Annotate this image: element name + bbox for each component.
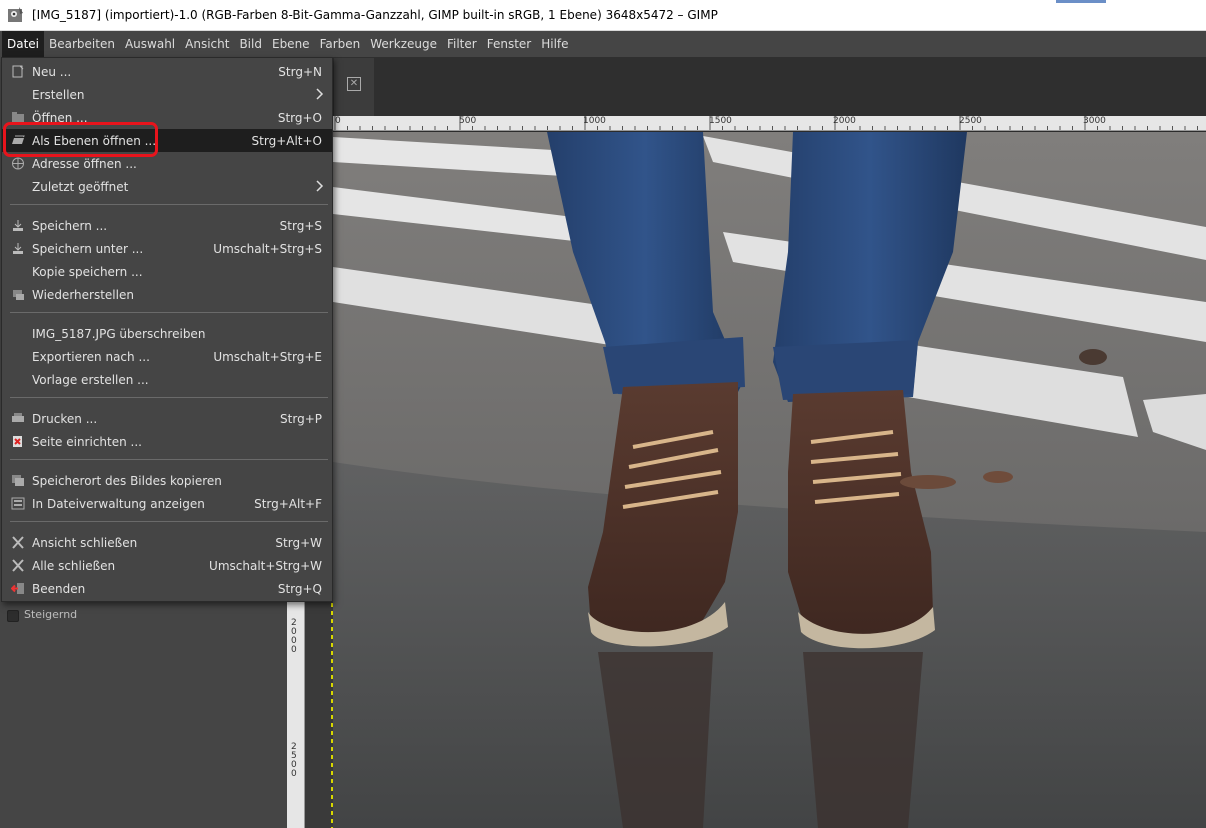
page-setup-icon xyxy=(13,436,22,447)
window-control-accent xyxy=(1056,0,1106,3)
annotation-highlight-box xyxy=(3,122,158,157)
ruler-label: 2000 xyxy=(833,116,856,126)
ruler-label: 2000 xyxy=(291,618,297,655)
copy-location-icon xyxy=(12,475,24,486)
quit-icon xyxy=(11,583,24,594)
window-title: [IMG_5187] (importiert)-1.0 (RGB-Farben … xyxy=(32,8,718,22)
menu-item-label: Beenden xyxy=(32,581,86,596)
menu-item-kopie-speichern[interactable]: Kopie speichern ... xyxy=(2,260,332,283)
menu-auswahl[interactable]: Auswahl xyxy=(120,31,180,57)
menu-item-shortcut: Strg+N xyxy=(278,64,322,79)
menu-item-neu[interactable]: Neu ... Strg+N xyxy=(2,60,332,83)
menu-item-label: Speichern unter ... xyxy=(32,241,144,256)
menu-item-label: Drucken ... xyxy=(32,411,98,426)
menu-filter[interactable]: Filter xyxy=(442,31,482,57)
menu-item-zuletzt-geoeffnet[interactable]: Zuletzt geöffnet xyxy=(2,175,332,198)
image-canvas[interactable] xyxy=(333,132,1206,828)
menu-item-label: Speicherort des Bildes kopieren xyxy=(32,473,222,488)
menu-item-label: Kopie speichern ... xyxy=(32,264,143,279)
file-manager-icon xyxy=(11,497,25,510)
menu-datei[interactable]: Datei xyxy=(2,31,45,57)
menu-item-wiederherstellen[interactable]: Wiederherstellen xyxy=(2,283,332,306)
close-all-icon xyxy=(12,559,24,572)
menu-item-shortcut: Strg+Q xyxy=(277,581,322,596)
menu-farben[interactable]: Farben xyxy=(315,31,366,57)
menu-separator xyxy=(10,397,328,398)
globe-icon xyxy=(12,157,24,170)
chevron-right-icon xyxy=(316,88,324,100)
gimp-app-icon xyxy=(8,7,23,22)
ruler-label: 3000 xyxy=(1083,116,1106,126)
menu-item-exportieren-nach[interactable]: Exportieren nach ... Umschalt+Strg+E xyxy=(2,345,332,368)
new-file-icon xyxy=(12,65,24,78)
menu-item-erstellen[interactable]: Erstellen xyxy=(2,83,332,106)
menu-item-label: Ansicht schließen xyxy=(32,535,138,550)
menu-separator xyxy=(10,204,328,205)
ruler-label: 2500 xyxy=(291,742,297,779)
menu-item-label: Seite einrichten ... xyxy=(32,434,142,449)
chevron-right-icon xyxy=(316,180,324,192)
menu-item-speichern[interactable]: Speichern ... Strg+S xyxy=(2,214,332,237)
menu-item-label: IMG_5187.JPG überschreiben xyxy=(32,326,206,341)
menu-item-ansicht-schliessen[interactable]: Ansicht schließen Strg+W xyxy=(2,531,332,554)
photo-jeans-boots xyxy=(333,132,1206,828)
menu-item-beenden[interactable]: Beenden Strg+Q xyxy=(2,577,332,600)
menu-hilfe[interactable]: Hilfe xyxy=(536,31,573,57)
menu-item-drucken[interactable]: Drucken ... Strg+P xyxy=(2,407,332,430)
menu-item-shortcut: Strg+S xyxy=(279,218,322,233)
menu-item-in-dateiverwaltung[interactable]: In Dateiverwaltung anzeigen Strg+Alt+F xyxy=(2,492,332,515)
menu-item-speichern-unter[interactable]: Speichern unter ... Umschalt+Strg+S xyxy=(2,237,332,260)
menu-separator xyxy=(10,312,328,313)
menu-item-label: Exportieren nach ... xyxy=(32,349,150,364)
menu-item-shortcut: Strg+Alt+O xyxy=(251,133,322,148)
ruler-label: 1500 xyxy=(709,116,732,126)
close-tab-icon[interactable]: ✕ xyxy=(347,77,361,91)
ruler-label: 500 xyxy=(459,116,477,126)
printer-icon xyxy=(12,413,24,422)
menu-item-seite-einrichten[interactable]: Seite einrichten ... xyxy=(2,430,332,453)
menu-item-label: Speichern ... xyxy=(32,218,108,233)
menu-item-shortcut: Strg+O xyxy=(277,110,322,125)
menu-item-label: Neu ... xyxy=(32,64,72,79)
ruler-label: 1000 xyxy=(583,116,606,126)
menu-item-label: Vorlage erstellen ... xyxy=(32,372,149,387)
menu-ebene[interactable]: Ebene xyxy=(267,31,315,57)
horizontal-ruler[interactable]: 0 500 1000 1500 2000 2500 3000 xyxy=(333,116,1206,131)
image-tab-bar: ✕ xyxy=(290,57,1206,116)
menu-separator xyxy=(10,521,328,522)
menu-fenster[interactable]: Fenster xyxy=(482,31,537,57)
ruler-label: 0 xyxy=(335,116,341,126)
menu-item-alle-schliessen[interactable]: Alle schließen Umschalt+Strg+W xyxy=(2,554,332,577)
save-icon xyxy=(13,220,23,231)
menu-werkzeuge[interactable]: Werkzeuge xyxy=(365,31,442,57)
menu-item-shortcut: Strg+W xyxy=(275,535,322,550)
menu-item-label: Alle schließen xyxy=(32,558,116,573)
menu-item-shortcut: Umschalt+Strg+W xyxy=(209,558,322,573)
steigernd-checkbox[interactable] xyxy=(7,610,19,622)
ruler-label: 2500 xyxy=(959,116,982,126)
menu-item-label: Zuletzt geöffnet xyxy=(32,179,129,194)
menu-item-vorlage-erstellen[interactable]: Vorlage erstellen ... xyxy=(2,368,332,391)
close-icon xyxy=(12,536,24,549)
steigernd-label: Steigernd xyxy=(24,608,78,621)
menu-item-label: Erstellen xyxy=(32,87,85,102)
title-bar: [IMG_5187] (importiert)-1.0 (RGB-Farben … xyxy=(0,0,1206,31)
menu-item-speicherort-kopieren[interactable]: Speicherort des Bildes kopieren xyxy=(2,469,332,492)
menu-bearbeiten[interactable]: Bearbeiten xyxy=(44,31,120,57)
menu-separator xyxy=(10,459,328,460)
menubar: Datei Bearbeiten Auswahl Ansicht Bild Eb… xyxy=(0,31,1206,57)
revert-icon xyxy=(13,290,24,300)
menu-item-ueberschreiben[interactable]: IMG_5187.JPG überschreiben xyxy=(2,322,332,345)
menu-bild[interactable]: Bild xyxy=(234,31,267,57)
menu-item-shortcut: Strg+P xyxy=(280,411,322,426)
save-as-icon xyxy=(13,243,23,254)
menu-item-label: Adresse öffnen ... xyxy=(32,156,137,171)
menu-item-shortcut: Umschalt+Strg+E xyxy=(213,349,322,364)
menu-ansicht[interactable]: Ansicht xyxy=(180,31,234,57)
menu-item-label: Wiederherstellen xyxy=(32,287,134,302)
menu-item-shortcut: Strg+Alt+F xyxy=(254,496,322,511)
menu-item-label: In Dateiverwaltung anzeigen xyxy=(32,496,205,511)
menu-item-shortcut: Umschalt+Strg+S xyxy=(213,241,322,256)
